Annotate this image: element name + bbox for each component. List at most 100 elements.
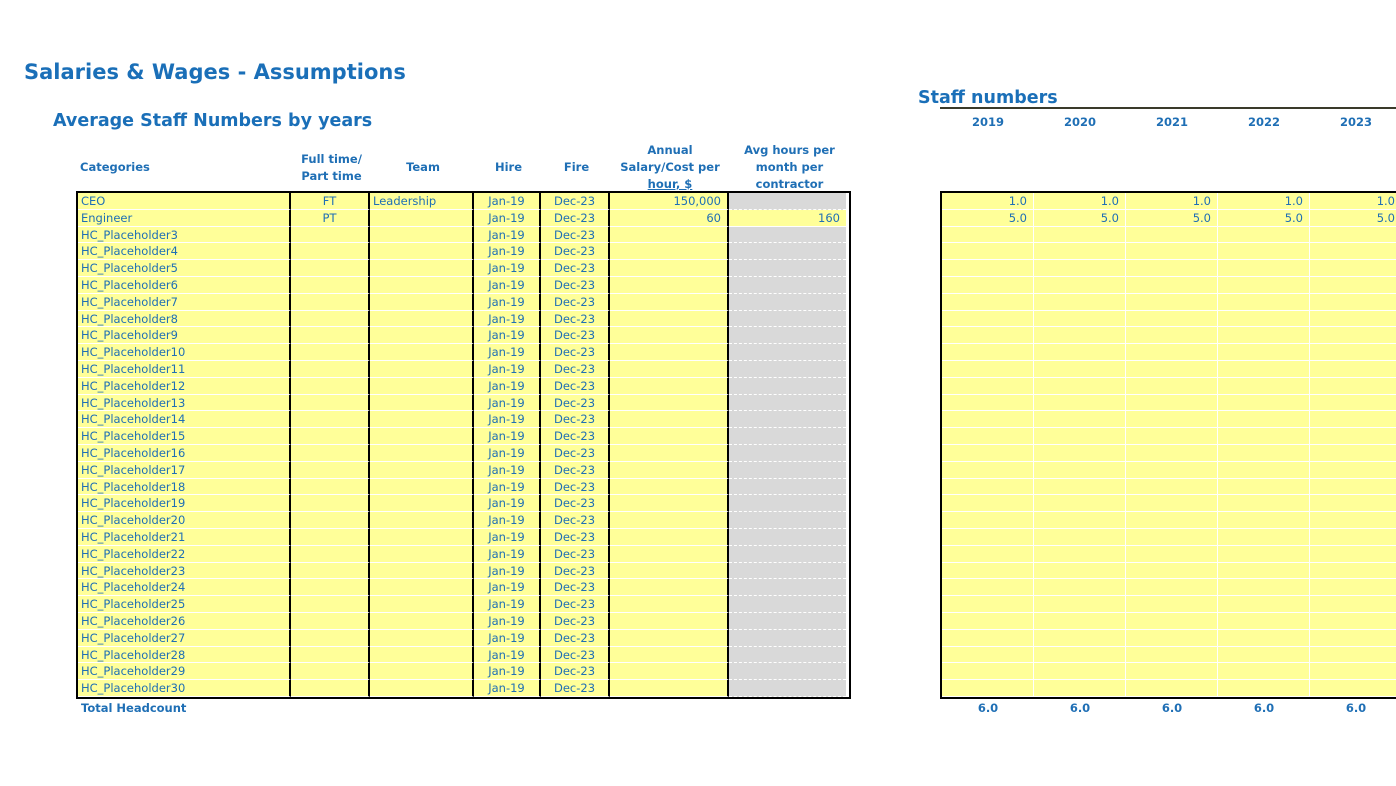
staff-count-cell[interactable]: [1310, 394, 1396, 412]
hire-date-cell[interactable]: Jan-19: [474, 360, 541, 378]
fire-date-cell[interactable]: Dec-23: [541, 512, 610, 529]
staff-count-cell[interactable]: [1034, 260, 1126, 277]
salary-cell[interactable]: [610, 629, 729, 647]
hire-date-cell[interactable]: Jan-19: [474, 612, 541, 630]
hours-cell[interactable]: [729, 461, 846, 479]
staff-count-cell[interactable]: [942, 646, 1034, 664]
staff-count-cell[interactable]: [1310, 377, 1396, 395]
hours-cell[interactable]: [729, 310, 846, 328]
team-cell[interactable]: [370, 680, 474, 697]
category-cell[interactable]: CEO: [78, 193, 291, 210]
salary-cell[interactable]: [610, 444, 729, 462]
hire-date-cell[interactable]: Jan-19: [474, 461, 541, 479]
ft-pt-cell[interactable]: [291, 579, 370, 597]
salary-cell[interactable]: [610, 579, 729, 597]
salary-cell[interactable]: [610, 512, 729, 529]
fire-date-cell[interactable]: Dec-23: [541, 680, 610, 697]
staff-count-cell[interactable]: [1126, 579, 1218, 597]
staff-count-cell[interactable]: [1034, 310, 1126, 328]
staff-count-cell[interactable]: [1218, 276, 1310, 294]
team-cell[interactable]: [370, 461, 474, 479]
team-cell[interactable]: [370, 327, 474, 345]
staff-count-cell[interactable]: [1218, 512, 1310, 529]
staff-count-cell[interactable]: [1034, 444, 1126, 462]
staff-count-cell[interactable]: [1310, 360, 1396, 378]
hire-date-cell[interactable]: Jan-19: [474, 495, 541, 513]
category-cell[interactable]: HC_Placeholder7: [78, 293, 291, 311]
hire-date-cell[interactable]: Jan-19: [474, 629, 541, 647]
staff-count-cell[interactable]: [1126, 461, 1218, 479]
staff-count-cell[interactable]: 5.0: [1218, 209, 1310, 227]
salary-cell[interactable]: [610, 495, 729, 513]
staff-count-cell[interactable]: [942, 495, 1034, 513]
hours-cell[interactable]: [729, 293, 846, 311]
staff-count-cell[interactable]: [1218, 612, 1310, 630]
staff-count-cell[interactable]: [1218, 411, 1310, 429]
fire-date-cell[interactable]: Dec-23: [541, 394, 610, 412]
team-cell[interactable]: [370, 545, 474, 563]
staff-count-cell[interactable]: [1218, 293, 1310, 311]
staff-count-cell[interactable]: [942, 562, 1034, 580]
category-cell[interactable]: HC_Placeholder3: [78, 226, 291, 244]
salary-cell[interactable]: [610, 411, 729, 429]
hours-cell[interactable]: [729, 562, 846, 580]
fire-date-cell[interactable]: Dec-23: [541, 276, 610, 294]
fire-date-cell[interactable]: Dec-23: [541, 646, 610, 664]
hours-cell[interactable]: [729, 646, 846, 664]
fire-date-cell[interactable]: Dec-23: [541, 344, 610, 361]
fire-date-cell[interactable]: Dec-23: [541, 461, 610, 479]
staff-count-cell[interactable]: [1310, 562, 1396, 580]
staff-count-cell[interactable]: [1310, 612, 1396, 630]
fire-date-cell[interactable]: Dec-23: [541, 226, 610, 244]
staff-count-cell[interactable]: [942, 377, 1034, 395]
staff-count-cell[interactable]: [942, 276, 1034, 294]
hire-date-cell[interactable]: Jan-19: [474, 545, 541, 563]
ft-pt-cell[interactable]: PT: [291, 209, 370, 227]
category-cell[interactable]: HC_Placeholder30: [78, 680, 291, 697]
staff-count-cell[interactable]: [1034, 545, 1126, 563]
fire-date-cell[interactable]: Dec-23: [541, 629, 610, 647]
ft-pt-cell[interactable]: [291, 612, 370, 630]
category-cell[interactable]: HC_Placeholder23: [78, 562, 291, 580]
hire-date-cell[interactable]: Jan-19: [474, 646, 541, 664]
fire-date-cell[interactable]: Dec-23: [541, 293, 610, 311]
staff-count-cell[interactable]: [942, 663, 1034, 681]
staff-count-cell[interactable]: [942, 579, 1034, 597]
category-cell[interactable]: HC_Placeholder25: [78, 596, 291, 613]
staff-count-cell[interactable]: 1.0: [1126, 193, 1218, 210]
staff-count-cell[interactable]: [1310, 243, 1396, 261]
salary-cell[interactable]: [610, 596, 729, 613]
staff-count-cell[interactable]: [942, 612, 1034, 630]
staff-count-cell[interactable]: [1218, 680, 1310, 697]
salary-cell[interactable]: 150,000: [610, 193, 729, 210]
category-cell[interactable]: HC_Placeholder21: [78, 528, 291, 546]
salary-cell[interactable]: [610, 260, 729, 277]
staff-count-cell[interactable]: [1034, 461, 1126, 479]
staff-count-cell[interactable]: [1034, 327, 1126, 345]
fire-date-cell[interactable]: Dec-23: [541, 428, 610, 445]
category-cell[interactable]: HC_Placeholder19: [78, 495, 291, 513]
team-cell[interactable]: [370, 226, 474, 244]
ft-pt-cell[interactable]: [291, 461, 370, 479]
hours-cell[interactable]: [729, 528, 846, 546]
staff-count-cell[interactable]: [1310, 545, 1396, 563]
salary-cell[interactable]: [610, 428, 729, 445]
staff-count-cell[interactable]: [1218, 579, 1310, 597]
staff-count-cell[interactable]: [942, 260, 1034, 277]
staff-count-cell[interactable]: [942, 512, 1034, 529]
staff-count-cell[interactable]: [1126, 629, 1218, 647]
staff-count-cell[interactable]: [1310, 276, 1396, 294]
staff-count-cell[interactable]: [942, 629, 1034, 647]
hire-date-cell[interactable]: Jan-19: [474, 394, 541, 412]
staff-count-cell[interactable]: 5.0: [1310, 209, 1396, 227]
team-cell[interactable]: [370, 596, 474, 613]
staff-count-cell[interactable]: [1034, 360, 1126, 378]
staff-count-cell[interactable]: [1310, 680, 1396, 697]
fire-date-cell[interactable]: Dec-23: [541, 545, 610, 563]
staff-count-cell[interactable]: [1310, 461, 1396, 479]
staff-count-cell[interactable]: [1034, 411, 1126, 429]
staff-count-cell[interactable]: [942, 596, 1034, 613]
staff-count-cell[interactable]: [942, 293, 1034, 311]
category-cell[interactable]: HC_Placeholder29: [78, 663, 291, 681]
staff-count-cell[interactable]: [1034, 512, 1126, 529]
